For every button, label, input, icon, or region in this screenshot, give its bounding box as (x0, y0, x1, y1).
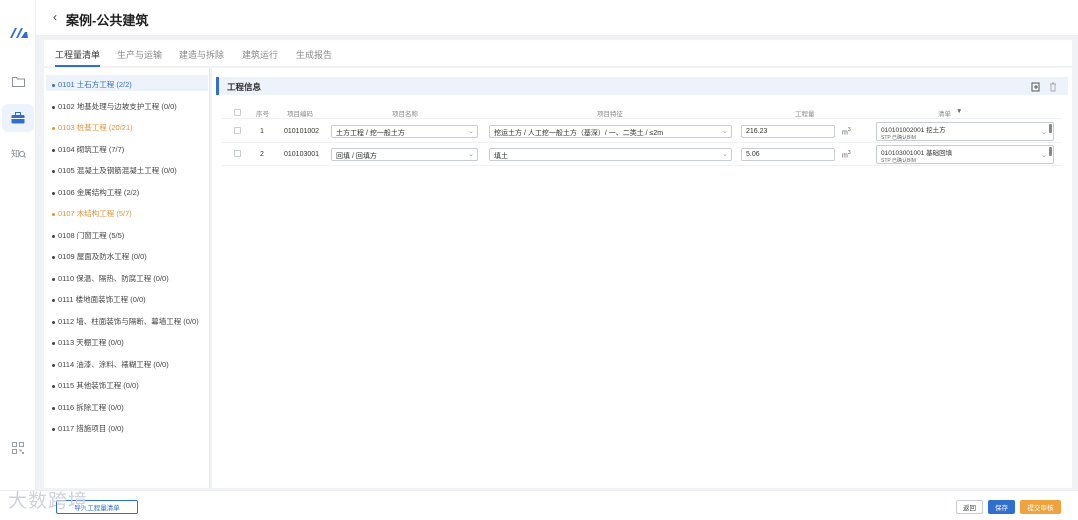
page-title: 案例-公共建筑 (66, 13, 149, 28)
briefcase-icon[interactable] (2, 104, 34, 132)
chevron-left-icon[interactable]: ‹ (53, 10, 57, 24)
back-button[interactable]: 返回 (956, 500, 983, 514)
row-divider (222, 165, 1062, 166)
submit-review-button[interactable]: 提交审核 (1020, 500, 1061, 514)
row-code: 010101002 (284, 128, 320, 135)
sort-icon[interactable]: ▼ (956, 108, 962, 115)
category-item-0109[interactable]: 0109 屋面及防水工程 (0/0) (52, 251, 147, 262)
col-header-feature: 项目特征 (597, 111, 623, 118)
item-name-select[interactable]: 土方工程 / 挖一般土方 ⌄ (331, 125, 478, 138)
category-item-0113[interactable]: 0113 天棚工程 (0/0) (52, 337, 124, 348)
quantity-input[interactable]: 5.06 (741, 148, 835, 161)
row-checkbox[interactable] (234, 150, 241, 157)
scrollbar[interactable] (1049, 124, 1052, 133)
chevron-down-icon: ⌄ (1041, 129, 1047, 136)
folder-icon[interactable] (10, 73, 26, 89)
row-divider (222, 142, 1062, 143)
item-feature-select[interactable]: 挖运土方 / 人工挖一般土方（基深）/ 一、二类土 / ≤2m ⌄ (489, 125, 732, 138)
category-item-0111[interactable]: 0111 楼地面装饰工程 (0/0) (52, 294, 146, 305)
save-button[interactable]: 保存 (988, 500, 1015, 514)
category-item-0110[interactable]: 0110 保温、隔热、防腐工程 (0/0) (52, 273, 169, 284)
quantity-unit: m3 (842, 150, 851, 160)
category-item-0112[interactable]: 0112 墙、柱面装饰与隔断、幕墙工程 (0/0) (52, 316, 199, 327)
chevron-down-icon: ⌄ (722, 128, 728, 135)
tab-bill-of-quantities[interactable]: 工程量清单 (55, 48, 101, 67)
category-item-0107[interactable]: 0107 木结构工程 (5/7) (52, 208, 132, 219)
bill-list-secondary: STP 已确认BIM (881, 135, 916, 141)
tab-production-transport[interactable]: 生产与运输 (117, 48, 162, 61)
chevron-down-icon: ⌄ (1041, 152, 1047, 159)
category-item-0103[interactable]: 0103 桩基工程 (20/21) (52, 122, 133, 133)
bill-list-select[interactable]: 010103001001 基础回填 STP 已确认BIM ⌄ (876, 145, 1054, 164)
row-checkbox[interactable] (234, 127, 241, 134)
bill-list-primary: 010103001001 基础回填 (881, 150, 953, 157)
chevron-down-icon: ⌄ (722, 151, 728, 158)
section-header: 工程信息 (216, 77, 1068, 95)
category-list: 0101 土石方工程 (2/2) 0102 地基处理与边坡支护工程 (0/0) … (44, 68, 210, 488)
watermark: 大数跨境 (8, 491, 89, 512)
tab-building-operation[interactable]: 建筑运行 (242, 48, 278, 61)
col-header-list[interactable]: 清单 (938, 108, 951, 118)
category-item-0117[interactable]: 0117 措施项目 (0/0) (52, 423, 124, 434)
footer-bar (0, 490, 1078, 520)
col-header-name: 项目名称 (392, 111, 418, 118)
scrollbar[interactable] (1049, 147, 1052, 156)
category-item-0102[interactable]: 0102 地基处理与边坡支护工程 (0/0) (52, 101, 177, 112)
bill-list-select[interactable]: 010101002001 挖土方 STP 已确认BIM ⌄ (876, 122, 1054, 141)
section-title: 工程信息 (227, 82, 262, 92)
svg-text:知: 知 (11, 148, 20, 160)
category-item-0104[interactable]: 0104 砌筑工程 (7/7) (52, 144, 124, 155)
tab-bar: 工程量清单 生产与运输 建造与拆除 建筑运行 生成报告 (44, 40, 1072, 67)
qr-grid-icon[interactable] (10, 440, 26, 456)
col-header-code: 项目编码 (287, 111, 313, 118)
tab-construction-demolition[interactable]: 建造与拆除 (179, 48, 224, 61)
category-item-0115[interactable]: 0115 其他装饰工程 (0/0) (52, 380, 139, 391)
tab-generate-report[interactable]: 生成报告 (296, 48, 332, 61)
delete-icon[interactable] (1048, 82, 1058, 92)
row-seq: 1 (260, 128, 264, 135)
category-item-0105[interactable]: 0105 混凝土及钢筋混凝土工程 (0/0) (52, 165, 177, 176)
chevron-down-icon: ⌄ (468, 151, 474, 158)
row-code: 010103001 (284, 151, 320, 158)
quantity-input[interactable]: 216.23 (741, 125, 835, 138)
logo-icon (10, 28, 28, 38)
row-seq: 2 (260, 151, 264, 158)
item-feature-select[interactable]: 填土 ⌄ (489, 148, 732, 161)
category-item-0108[interactable]: 0108 门窗工程 (5/5) (52, 230, 124, 241)
header-divider (222, 118, 1062, 119)
select-all-checkbox[interactable] (234, 109, 241, 116)
category-item-0106[interactable]: 0106 金属结构工程 (2/2) (52, 187, 139, 198)
quantity-unit: m3 (842, 127, 851, 137)
chevron-down-icon: ⌄ (468, 128, 474, 135)
item-name-select[interactable]: 回填 / 回填方 ⌄ (331, 148, 478, 161)
bill-list-primary: 010101002001 挖土方 (881, 127, 946, 134)
import-icon[interactable] (1031, 82, 1041, 92)
page-header: ‹ 案例-公共建筑 (36, 0, 1078, 36)
category-item-0114[interactable]: 0114 油漆、涂料、裱糊工程 (0/0) (52, 359, 169, 370)
category-item-0116[interactable]: 0116 拆除工程 (0/0) (52, 402, 124, 413)
main-panel: 工程信息 序号 项目编码 项目名称 项目特征 工程量 清单 ▼ 1 010101… (212, 68, 1072, 488)
col-header-seq: 序号 (256, 111, 269, 118)
col-header-qty: 工程量 (795, 111, 815, 118)
category-item-0101[interactable]: 0101 土石方工程 (2/2) (46, 75, 208, 91)
knowledge-search-icon[interactable]: 知 (10, 145, 26, 161)
left-rail: 知 (0, 0, 36, 520)
bill-list-secondary: STP 已确认BIM (881, 158, 916, 164)
